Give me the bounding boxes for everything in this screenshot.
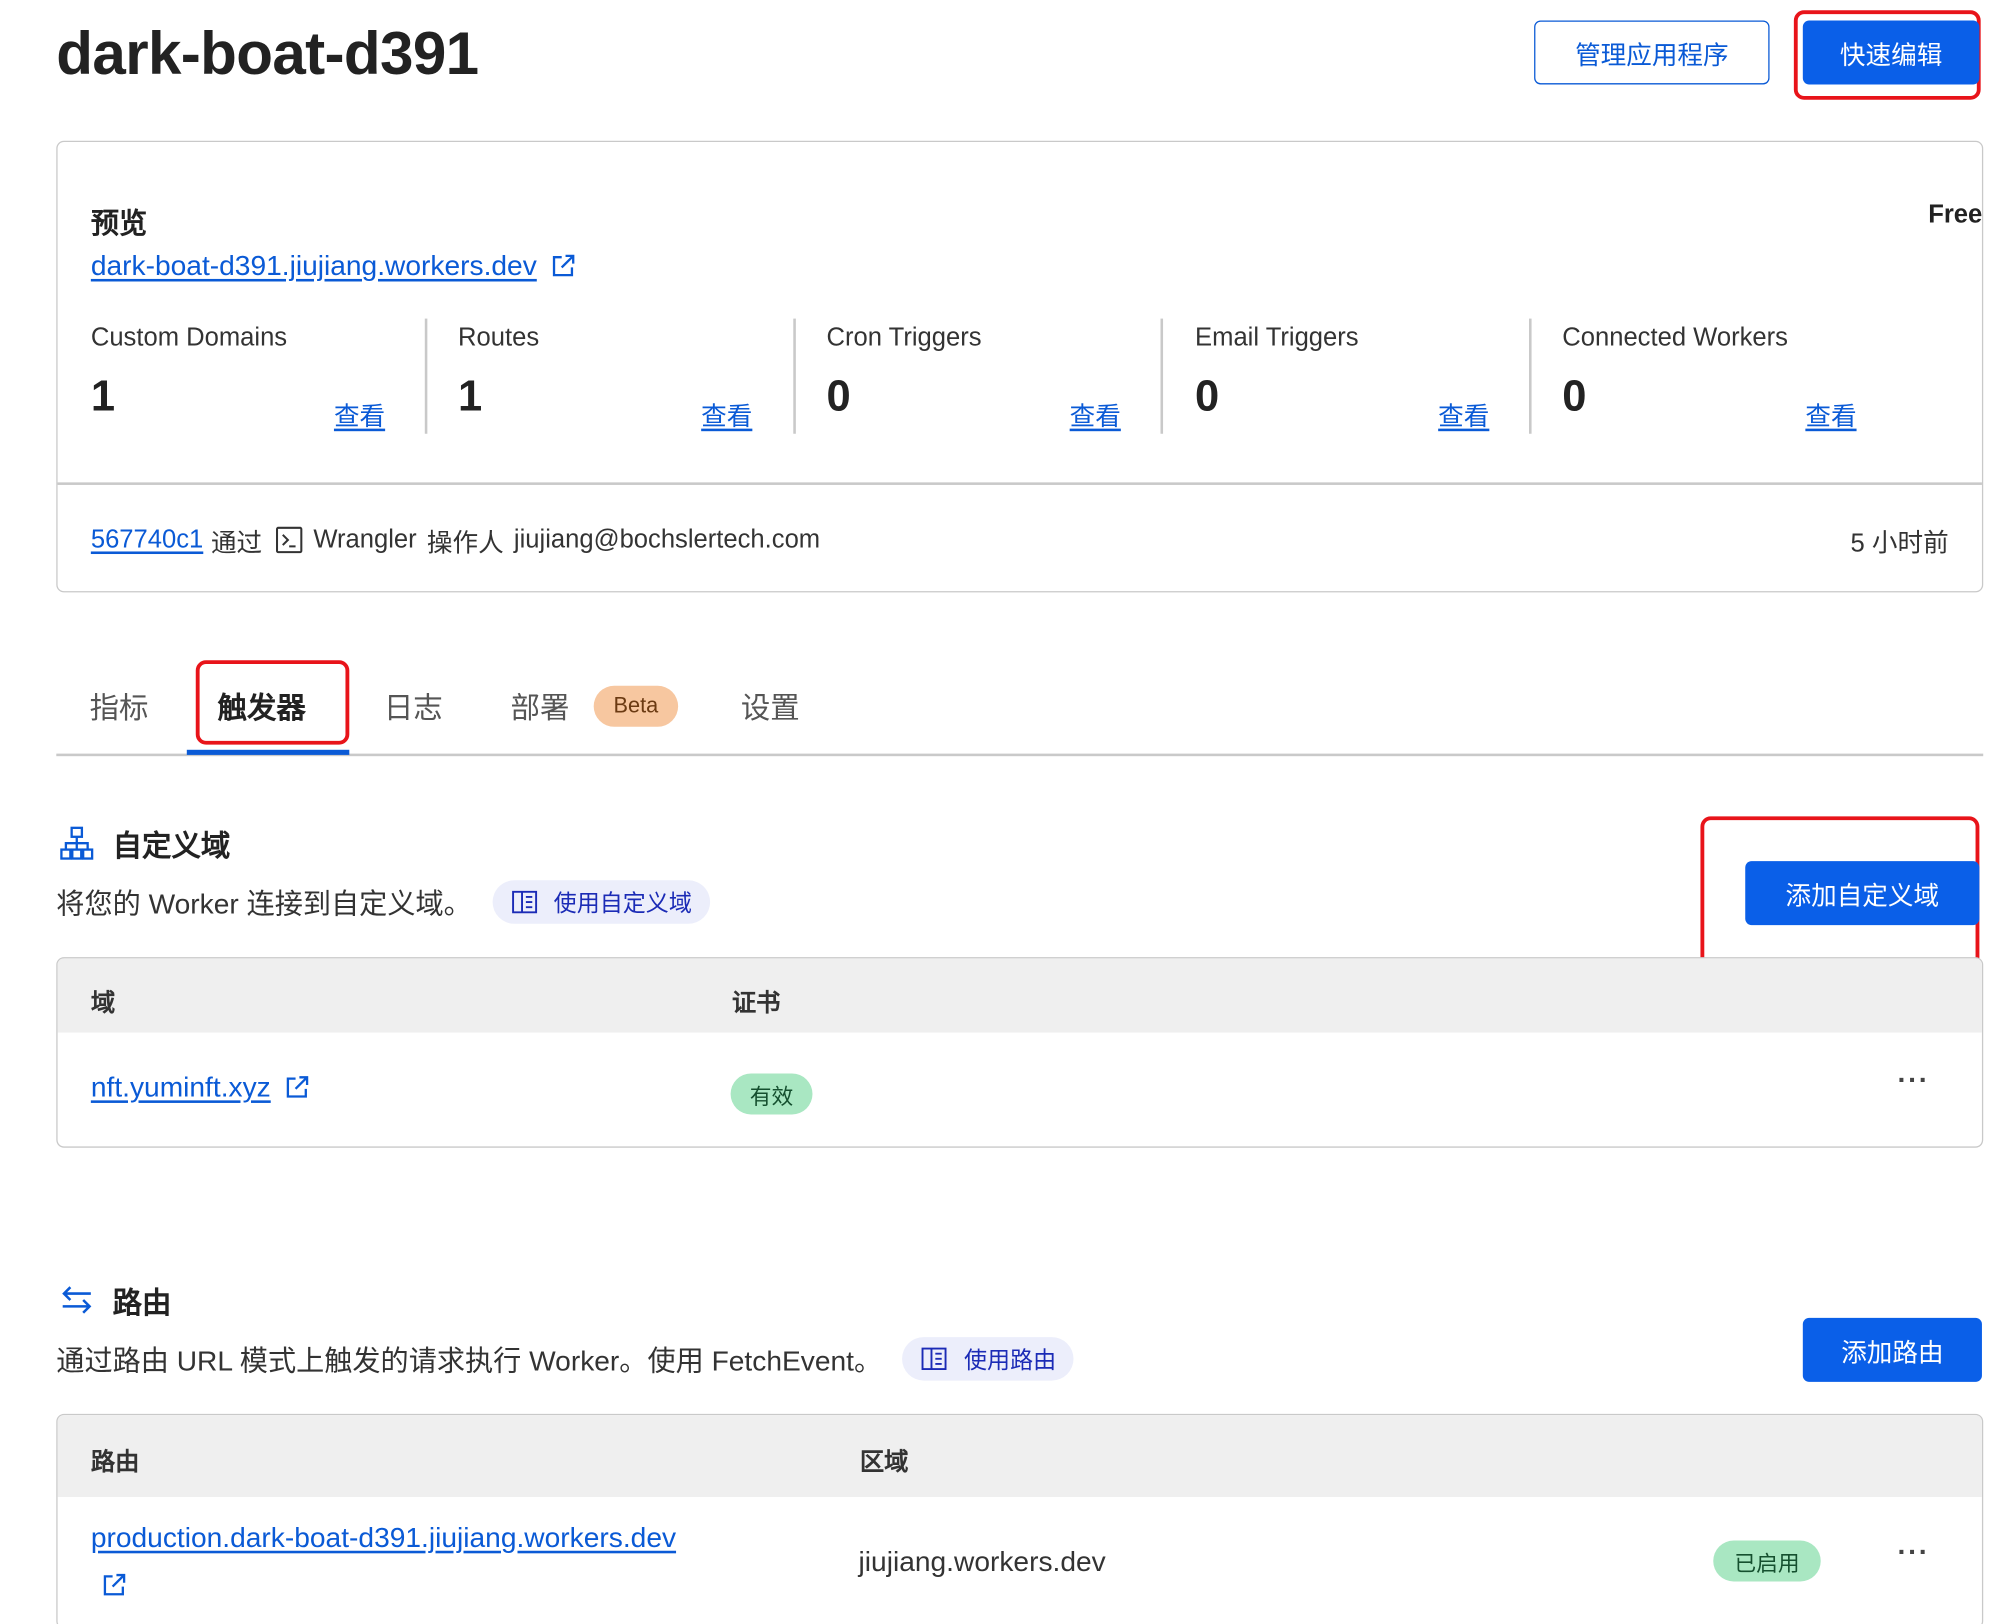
manage-application-button[interactable]: 管理应用程序 <box>1534 20 1770 85</box>
more-icon[interactable]: ··· <box>1897 1535 1929 1568</box>
tab-settings[interactable]: 设置 <box>741 683 800 727</box>
docs-link-label[interactable]: 使用路由 <box>964 1342 1056 1375</box>
active-tab-indicator <box>186 749 350 755</box>
route-status-badge: 已启用 <box>1713 1540 1821 1582</box>
tab-deployments[interactable]: 部署 <box>511 683 570 727</box>
routes-description: 通过路由 URL 模式上触发的请求执行 Worker。使用 FetchEvent… <box>56 1344 883 1377</box>
plan-label: Free <box>1928 200 1983 230</box>
stat-value: 0 <box>826 372 851 421</box>
routes-heading: 路由 <box>59 1278 172 1322</box>
view-email-triggers-link[interactable]: 查看 <box>1438 395 1489 432</box>
deploy-source: Wrangler <box>313 525 417 554</box>
deployment-time: 5 小时前 <box>1850 529 1949 558</box>
table-row: production.dark-boat-d391.jiujiang.worke… <box>58 1497 1982 1624</box>
custom-domains-docs-link[interactable]: 使用自定义域 <box>492 880 710 924</box>
tab-bar: 指标 触发器 日志 部署 Beta 设置 <box>56 660 1984 757</box>
card-divider <box>57 482 1982 485</box>
stat-custom-domains: Custom Domains 1 查看 <box>91 324 459 437</box>
stat-divider <box>1160 318 1163 434</box>
stat-label: Routes <box>458 323 540 352</box>
overview-card: 预览 Free dark-boat-d391.jiujiang.workers.… <box>56 140 1984 593</box>
view-connected-workers-link[interactable]: 查看 <box>1805 395 1856 432</box>
external-link-icon <box>552 254 574 277</box>
operator-label: 操作人 <box>426 529 504 558</box>
zone-cell: jiujiang.workers.dev <box>858 1545 1106 1578</box>
domain-link[interactable]: nft.yuminft.xyz <box>91 1071 271 1104</box>
preview-label: 预览 <box>90 207 148 240</box>
stat-divider <box>1529 318 1531 434</box>
more-icon[interactable]: ··· <box>1897 1063 1929 1096</box>
column-header-route: 路由 <box>90 1449 140 1477</box>
certificate-status-badge: 有效 <box>730 1073 813 1115</box>
stat-value: 1 <box>458 372 483 421</box>
preview-url[interactable]: dark-boat-d391.jiujiang.workers.dev <box>91 250 537 283</box>
quick-edit-button[interactable]: 快速编辑 <box>1802 20 1980 85</box>
stat-cron-triggers: Cron Triggers 0 查看 <box>827 324 1195 437</box>
page-title: dark-boat-d391 <box>56 19 479 88</box>
add-custom-domain-button[interactable]: 添加自定义域 <box>1745 861 1980 926</box>
external-link-icon <box>286 1076 308 1098</box>
terminal-icon <box>275 526 303 554</box>
tab-logs[interactable]: 日志 <box>384 683 443 727</box>
domain-cell[interactable]: nft.yuminft.xyz <box>91 1071 309 1104</box>
external-link-icon <box>103 1574 126 1596</box>
add-route-button[interactable]: 添加路由 <box>1802 1317 1982 1382</box>
stat-email-triggers: Email Triggers 0 查看 <box>1195 324 1563 437</box>
sitemap-icon <box>60 826 94 860</box>
table-header: 域 证书 <box>57 958 1982 1033</box>
custom-domains-title: 自定义域 <box>112 829 231 863</box>
stat-connected-workers: Connected Workers 0 查看 <box>1562 324 1930 437</box>
view-cron-triggers-link[interactable]: 查看 <box>1070 395 1121 432</box>
routes-table: 路由 区域 production.dark-boat-d391.jiujiang… <box>56 1413 1984 1624</box>
table-row: nft.yuminft.xyz 有效 ··· <box>58 1033 1982 1147</box>
stat-value: 0 <box>1562 372 1587 421</box>
stat-label: Custom Domains <box>90 323 288 352</box>
operator-email: jiujiang@bochslertech.com <box>513 525 821 554</box>
routes-title: 路由 <box>112 1285 172 1320</box>
stat-divider <box>793 318 796 434</box>
book-icon <box>922 1347 948 1371</box>
column-header-domain: 域 <box>90 990 116 1018</box>
route-link[interactable]: production.dark-boat-d391.jiujiang.worke… <box>91 1521 676 1553</box>
view-custom-domains-link[interactable]: 查看 <box>334 395 385 432</box>
preview-url-link[interactable]: dark-boat-d391.jiujiang.workers.dev <box>91 250 575 283</box>
stat-label: Cron Triggers <box>826 323 982 352</box>
book-icon <box>511 890 537 914</box>
custom-domains-description-row: 将您的 Worker 连接到自定义域。 使用自定义域 <box>56 880 710 924</box>
latest-deployment: 567740c1 通过 Wrangler 操作人 jiujiang@bochsl… <box>91 518 1949 562</box>
docs-link-label[interactable]: 使用自定义域 <box>554 885 692 918</box>
stat-label: Email Triggers <box>1195 323 1359 352</box>
view-routes-link[interactable]: 查看 <box>701 395 752 432</box>
custom-domains-description: 将您的 Worker 连接到自定义域。 <box>56 887 472 920</box>
stat-value: 0 <box>1195 372 1220 421</box>
column-header-zone: 区域 <box>859 1449 909 1477</box>
stat-divider <box>424 318 427 434</box>
tab-metrics[interactable]: 指标 <box>90 683 149 727</box>
routes-description-row: 通过路由 URL 模式上触发的请求执行 Worker。使用 FetchEvent… <box>56 1337 1075 1381</box>
stat-routes: Routes 1 查看 <box>458 324 826 437</box>
beta-badge: Beta <box>593 685 679 727</box>
tab-triggers[interactable]: 触发器 <box>218 683 306 727</box>
stat-label: Connected Workers <box>1562 323 1788 352</box>
stat-value: 1 <box>90 372 116 421</box>
routes-docs-link[interactable]: 使用路由 <box>902 1337 1075 1381</box>
route-cell[interactable]: production.dark-boat-d391.jiujiang.worke… <box>91 1517 808 1604</box>
table-header: 路由 区域 <box>57 1415 1982 1498</box>
swap-arrows-icon <box>62 1286 92 1314</box>
custom-domains-table: 域 证书 nft.yuminft.xyz 有效 ··· <box>56 957 1984 1148</box>
custom-domains-heading: 自定义域 <box>59 821 230 865</box>
via-label: 通过 <box>210 529 263 558</box>
commit-id-link[interactable]: 567740c1 <box>91 525 203 554</box>
column-header-certificate: 证书 <box>731 990 781 1018</box>
